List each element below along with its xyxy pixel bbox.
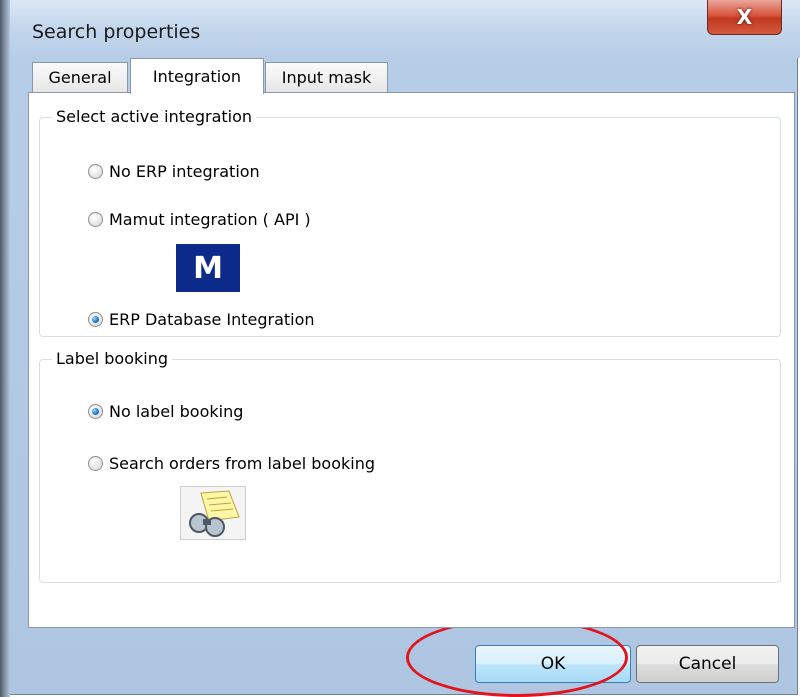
- radio-no-label-booking[interactable]: No label booking: [88, 402, 243, 421]
- radio-icon[interactable]: [88, 456, 103, 471]
- tab-general[interactable]: General: [32, 62, 128, 92]
- label-booking-group-title: Label booking: [52, 349, 172, 368]
- tab-integration[interactable]: Integration: [130, 58, 264, 94]
- radio-label: ERP Database Integration: [109, 310, 315, 329]
- cancel-button[interactable]: Cancel: [636, 645, 779, 683]
- radio-label: Mamut integration ( API ): [109, 210, 311, 229]
- radio-mamut-integration[interactable]: Mamut integration ( API ): [88, 210, 311, 229]
- label-booking-icon-graphic: [189, 490, 240, 537]
- radio-icon[interactable]: [88, 164, 103, 179]
- label-booking-icon: [180, 486, 246, 540]
- ok-button[interactable]: OK: [475, 645, 631, 683]
- tab-input-mask[interactable]: Input mask: [265, 62, 388, 92]
- window-title: Search properties: [32, 21, 201, 43]
- radio-label: No label booking: [109, 402, 244, 421]
- window-frame-edge: [0, 0, 10, 697]
- radio-icon[interactable]: [88, 404, 103, 419]
- close-icon: X: [736, 5, 753, 29]
- radio-icon[interactable]: [88, 312, 103, 327]
- mamut-logo-letter: M: [193, 250, 223, 286]
- radio-no-erp-integration[interactable]: No ERP integration: [88, 162, 260, 181]
- mamut-logo-icon: M: [176, 244, 240, 292]
- radio-icon[interactable]: [88, 212, 103, 227]
- integration-tab-page: Select active integration No ERP integra…: [28, 92, 795, 628]
- label-booking-group: Label booking No label booking Search or…: [39, 349, 781, 583]
- title-bar[interactable]: Search properties: [10, 0, 800, 58]
- close-button[interactable]: X: [707, 0, 782, 35]
- radio-label: Search orders from label booking: [109, 454, 375, 473]
- radio-search-orders-from-label-booking[interactable]: Search orders from label booking: [88, 454, 375, 473]
- integration-group-title: Select active integration: [52, 107, 257, 126]
- integration-group: Select active integration No ERP integra…: [39, 107, 781, 337]
- radio-label: No ERP integration: [109, 162, 260, 181]
- radio-erp-database-integration[interactable]: ERP Database Integration: [88, 310, 315, 329]
